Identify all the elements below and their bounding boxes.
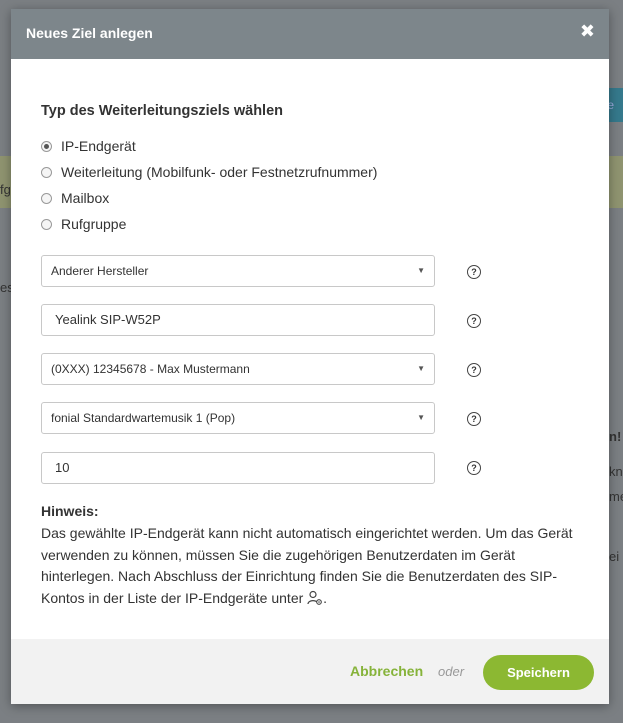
save-button[interactable]: Speichern (483, 655, 594, 690)
radio-button[interactable] (41, 192, 52, 204)
radio-option-ring-group[interactable]: Rufgruppe (41, 216, 126, 232)
radio-button[interactable] (41, 218, 52, 230)
radio-label: Mailbox (61, 190, 110, 206)
new-target-dialog: Neues Ziel anlegen ✖ Typ des Weiterleitu… (11, 9, 609, 704)
hint-end: . (323, 589, 328, 606)
hold-music-select-value: fonial Standardwartemusik 1 (Pop) (51, 411, 236, 425)
background-text-fragment: ei (609, 549, 620, 564)
radio-option-ip-device[interactable]: IP-Endgerät (41, 138, 136, 154)
dialog-title: Neues Ziel anlegen (26, 25, 153, 41)
background-text-fragment: me (609, 489, 623, 504)
manufacturer-select[interactable]: Anderer Hersteller ▼ (41, 255, 435, 287)
value-input[interactable]: 10 (41, 452, 435, 484)
radio-button[interactable] (41, 140, 52, 152)
device-name-value: Yealink SIP-W52P (55, 312, 161, 327)
cancel-button[interactable]: Abbrechen (350, 663, 423, 679)
chevron-down-icon: ▼ (417, 364, 425, 373)
radio-label: Rufgruppe (61, 216, 127, 232)
device-name-input[interactable]: Yealink SIP-W52P (41, 304, 435, 336)
radio-option-mailbox[interactable]: Mailbox (41, 190, 109, 206)
close-icon[interactable]: ✖ (580, 21, 595, 41)
radio-label: Weiterleitung (Mobilfunk- oder Festnetzr… (61, 164, 378, 180)
help-icon[interactable]: ? (467, 363, 481, 377)
help-icon[interactable]: ? (467, 461, 481, 475)
chevron-down-icon: ▼ (417, 266, 425, 275)
radio-button[interactable] (41, 166, 52, 178)
background-text-fragment: kn (609, 464, 623, 479)
hint-text: Das gewählte IP-Endgerät kann nicht auto… (41, 523, 589, 612)
radio-option-forwarding[interactable]: Weiterleitung (Mobilfunk- oder Festnetzr… (41, 164, 377, 180)
background-text-fragment: fg (0, 182, 11, 197)
number-select-value: (0XXX) 12345678 - Max Mustermann (51, 362, 250, 376)
value-input-value: 10 (55, 460, 70, 475)
dialog-header: Neues Ziel anlegen ✖ (11, 9, 609, 59)
help-icon[interactable]: ? (467, 412, 481, 426)
background-text-fragment: n! (609, 429, 622, 444)
hold-music-select[interactable]: fonial Standardwartemusik 1 (Pop) ▼ (41, 402, 435, 434)
target-type-heading: Typ des Weiterleitungsziels wählen (41, 103, 283, 119)
number-select[interactable]: (0XXX) 12345678 - Max Mustermann ▼ (41, 353, 435, 385)
chevron-down-icon: ▼ (417, 413, 425, 422)
help-icon[interactable]: ? (467, 314, 481, 328)
help-icon[interactable]: ? (467, 265, 481, 279)
dialog-footer: Abbrechen oder Speichern (11, 639, 609, 704)
manufacturer-select-value: Anderer Hersteller (51, 264, 149, 278)
radio-label: IP-Endgerät (61, 138, 136, 154)
user-settings-icon (307, 590, 323, 613)
or-label: oder (438, 664, 465, 679)
hint-title: Hinweis: (41, 503, 99, 519)
